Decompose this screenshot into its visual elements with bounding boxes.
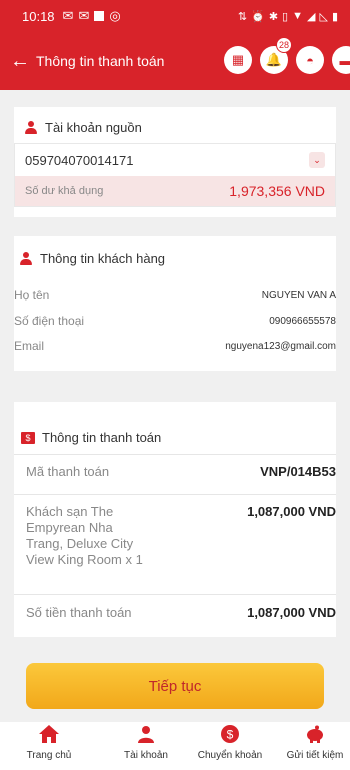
- account-selector[interactable]: 059704070014171 ⌄ Số dư khả dụng 1,973,3…: [14, 143, 336, 207]
- gift-icon[interactable]: ◓: [296, 46, 324, 74]
- signal-off-icon: ◺: [319, 10, 328, 23]
- status-bar: 10:18 ✉ ✉ ◎ ⇅ ⏰ ✱ ▯ ▼ ◢ ◺ ▮: [0, 0, 350, 32]
- person-icon: [19, 251, 33, 266]
- chevron-down-icon[interactable]: ⌄: [309, 152, 325, 168]
- payment-item-value: 1,087,000 VND: [247, 504, 336, 519]
- nav-item-home[interactable]: Trang chủ: [9, 722, 89, 761]
- phone-value: 090966655578: [269, 315, 336, 327]
- signal-icon: ◢: [307, 10, 316, 23]
- payment-item-row: Khách sạn The Empyrean Nha Trang, Deluxe…: [14, 504, 336, 568]
- data-icon: ⇅: [237, 10, 248, 23]
- nav-label-account: Tài khoản: [124, 750, 168, 761]
- phone-label: Số điện thoại: [14, 314, 85, 328]
- square-icon: [94, 11, 105, 21]
- nav-label-home: Trang chủ: [26, 750, 72, 761]
- payment-total-row: Số tiền thanh toán 1,087,000 VND: [14, 605, 336, 621]
- email-label: Email: [14, 339, 45, 353]
- person-icon: [136, 722, 156, 746]
- status-time: 10:18: [22, 8, 55, 24]
- account-number: 059704070014171: [25, 152, 134, 168]
- qr-code-icon[interactable]: ▦: [224, 46, 252, 74]
- payment-item-label: Khách sạn The Empyrean Nha Trang, Deluxe…: [26, 504, 143, 567]
- payment-info-card: $ Thông tin thanh toán Mã thanh toán VNP…: [14, 402, 336, 637]
- bell-icon[interactable]: 🔔 28: [260, 37, 292, 74]
- nav-item-transfer[interactable]: $ Chuyển khoản: [190, 722, 270, 761]
- customer-info-card: Thông tin khách hàng Họ tên NGUYEN VAN A…: [14, 236, 336, 371]
- payment-total-label: Số tiền thanh toán: [26, 605, 132, 620]
- nav-item-account[interactable]: Tài khoản: [106, 722, 186, 761]
- email-value: nguyena123@gmail.com: [225, 340, 336, 352]
- payment-code-row: Mã thanh toán VNP/014B53: [14, 464, 336, 480]
- person-icon: [24, 120, 38, 135]
- message-icon: ✉: [62, 8, 74, 23]
- source-account-card: Tài khoản nguồn 059704070014171 ⌄ Số dư …: [14, 107, 336, 217]
- name-label: Họ tên: [14, 288, 50, 302]
- balance-label: Số dư khả dụng: [25, 185, 104, 197]
- payment-code-label: Mã thanh toán: [26, 464, 110, 479]
- back-arrow-icon[interactable]: ←: [8, 50, 32, 73]
- payment-code-value: VNP/014B53: [260, 464, 336, 479]
- vibrate-icon: ▯: [282, 10, 289, 23]
- continue-button[interactable]: Tiếp tục: [26, 663, 324, 709]
- svg-text:$: $: [227, 728, 234, 742]
- customer-name-row: Họ tên NGUYEN VAN A: [14, 288, 336, 302]
- money-icon: $: [21, 431, 35, 444]
- source-account-title: Tài khoản nguồn: [45, 120, 142, 135]
- payment-total-value: 1,087,000 VND: [247, 605, 336, 620]
- customer-phone-row: Số điện thoại 090966655578: [14, 314, 336, 328]
- nav-label-transfer: Chuyển khoản: [197, 750, 263, 761]
- bluetooth-icon: ✱: [268, 10, 279, 23]
- wifi-icon: ▼: [292, 10, 303, 22]
- payment-info-title: Thông tin thanh toán: [42, 430, 162, 445]
- bottom-nav: Trang chủ Tài khoản $ Chuyển khoản Gửi t…: [0, 722, 350, 770]
- app-bar: ← Thông tin thanh toán ▦ 🔔 28 ◓ ▬: [0, 32, 350, 90]
- chat-icon[interactable]: ▬: [332, 46, 350, 74]
- customer-email-row: Email nguyena123@gmail.com: [14, 339, 336, 353]
- customer-info-title: Thông tin khách hàng: [40, 251, 166, 266]
- balance-row: Số dư khả dụng 1,973,356 VND: [15, 176, 335, 206]
- piggy-bank-icon: [304, 722, 326, 746]
- alarm-icon: ⏰: [251, 10, 265, 23]
- name-value: NGUYEN VAN A: [261, 289, 336, 301]
- transfer-icon: $: [220, 722, 240, 746]
- battery-icon: ▮: [331, 10, 338, 23]
- home-icon: [38, 722, 60, 746]
- nav-item-savings[interactable]: Gửi tiết kiệm: [275, 722, 350, 761]
- page-title: Thông tin thanh toán: [36, 53, 165, 69]
- message-icon: ✉: [78, 8, 90, 23]
- vpn-icon: ◎: [109, 8, 121, 23]
- nav-label-savings: Gửi tiết kiệm: [286, 750, 344, 761]
- notification-badge: 28: [276, 37, 292, 53]
- balance-value: 1,973,356 VND: [229, 183, 325, 199]
